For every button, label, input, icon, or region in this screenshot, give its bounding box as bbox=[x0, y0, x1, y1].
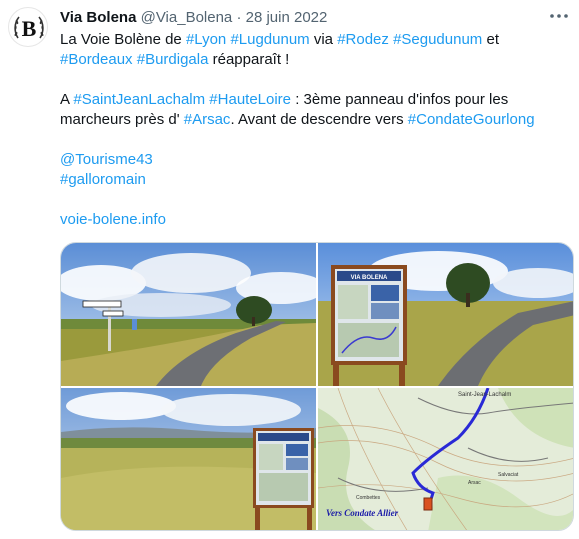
laurel-logo-icon: B bbox=[14, 16, 44, 41]
text-line-2: #Bordeaux #Burdigala réapparaît ! bbox=[60, 50, 565, 70]
text-span: réapparaît ! bbox=[208, 51, 290, 68]
sign-title: VIA BOLENA bbox=[351, 275, 388, 281]
author-handle[interactable]: @Via_Bolena bbox=[141, 9, 233, 26]
url-line: voie-bolene.info bbox=[60, 210, 565, 230]
map-label-a: Combettes bbox=[356, 495, 381, 501]
mention-line: @Tourisme43 bbox=[60, 150, 565, 170]
hashtag-link[interactable]: #SaintJeanLachalm bbox=[73, 91, 205, 108]
mention-link[interactable]: @Tourisme43 bbox=[60, 151, 153, 168]
map-label-b: Arsac bbox=[468, 480, 481, 486]
header-separator: · bbox=[236, 9, 242, 26]
hashtag-link[interactable]: #CondateGourlong bbox=[408, 111, 535, 128]
hashtag-link[interactable]: #Lugdunum bbox=[230, 31, 309, 48]
photo-map[interactable]: Saint-Jean-Lachalm Combettes Arsac Salva… bbox=[318, 388, 573, 530]
hashtag-line: #galloromain bbox=[60, 170, 565, 190]
text-span: via bbox=[309, 31, 338, 48]
map-label-top: Saint-Jean-Lachalm bbox=[458, 392, 511, 398]
tweet-text: La Voie Bolène de #Lyon #Lugdunum via #R… bbox=[60, 30, 565, 230]
text-span: et bbox=[482, 31, 499, 48]
text-span: La Voie Bolène de bbox=[60, 31, 186, 48]
photo-field-panel[interactable] bbox=[61, 388, 316, 530]
photo-road-signpost-image bbox=[61, 243, 316, 386]
hashtag-link[interactable]: #Segudunum bbox=[393, 31, 482, 48]
text-paragraph-2: A #SaintJeanLachalm #HauteLoire : 3ème p… bbox=[60, 90, 565, 130]
text-span: A bbox=[60, 91, 74, 108]
tweet-date[interactable]: 28 juin 2022 bbox=[246, 9, 328, 26]
text-line-1: La Voie Bolène de #Lyon #Lugdunum via #R… bbox=[60, 30, 565, 50]
map-label-c: Salvaciat bbox=[498, 472, 519, 478]
photo-field-panel-image bbox=[61, 388, 316, 530]
media-grid: VIA BOLENA Saint-Jean-Lachalm Combettes … bbox=[60, 242, 574, 531]
tweet-header: Via Bolena @Via_Bolena · 28 juin 2022 bbox=[60, 9, 327, 27]
photo-info-panel-image: VIA BOLENA bbox=[318, 243, 573, 386]
hashtag-link[interactable]: #HauteLoire bbox=[209, 91, 291, 108]
avatar[interactable]: B bbox=[8, 7, 48, 47]
url-link[interactable]: voie-bolene.info bbox=[60, 211, 166, 228]
hashtag-link[interactable]: #galloromain bbox=[60, 171, 146, 188]
map-caption: Vers Condate Allier bbox=[326, 508, 399, 518]
photo-info-panel[interactable]: VIA BOLENA bbox=[318, 243, 573, 386]
hashtag-link[interactable]: #Arsac bbox=[184, 111, 231, 128]
hashtag-link[interactable]: #Rodez bbox=[337, 31, 389, 48]
more-horizontal-icon bbox=[550, 14, 568, 18]
photo-map-image: Saint-Jean-Lachalm Combettes Arsac Salva… bbox=[318, 388, 573, 530]
hashtag-link[interactable]: #Burdigala bbox=[137, 51, 209, 68]
hashtag-link[interactable]: #Lyon bbox=[186, 31, 226, 48]
hashtag-link[interactable]: #Bordeaux bbox=[60, 51, 133, 68]
photo-road-signpost[interactable] bbox=[61, 243, 316, 386]
text-span: . Avant de descendre vers bbox=[230, 111, 408, 128]
more-button[interactable] bbox=[547, 8, 571, 28]
author-name[interactable]: Via Bolena bbox=[60, 9, 136, 26]
svg-text:B: B bbox=[22, 16, 37, 41]
